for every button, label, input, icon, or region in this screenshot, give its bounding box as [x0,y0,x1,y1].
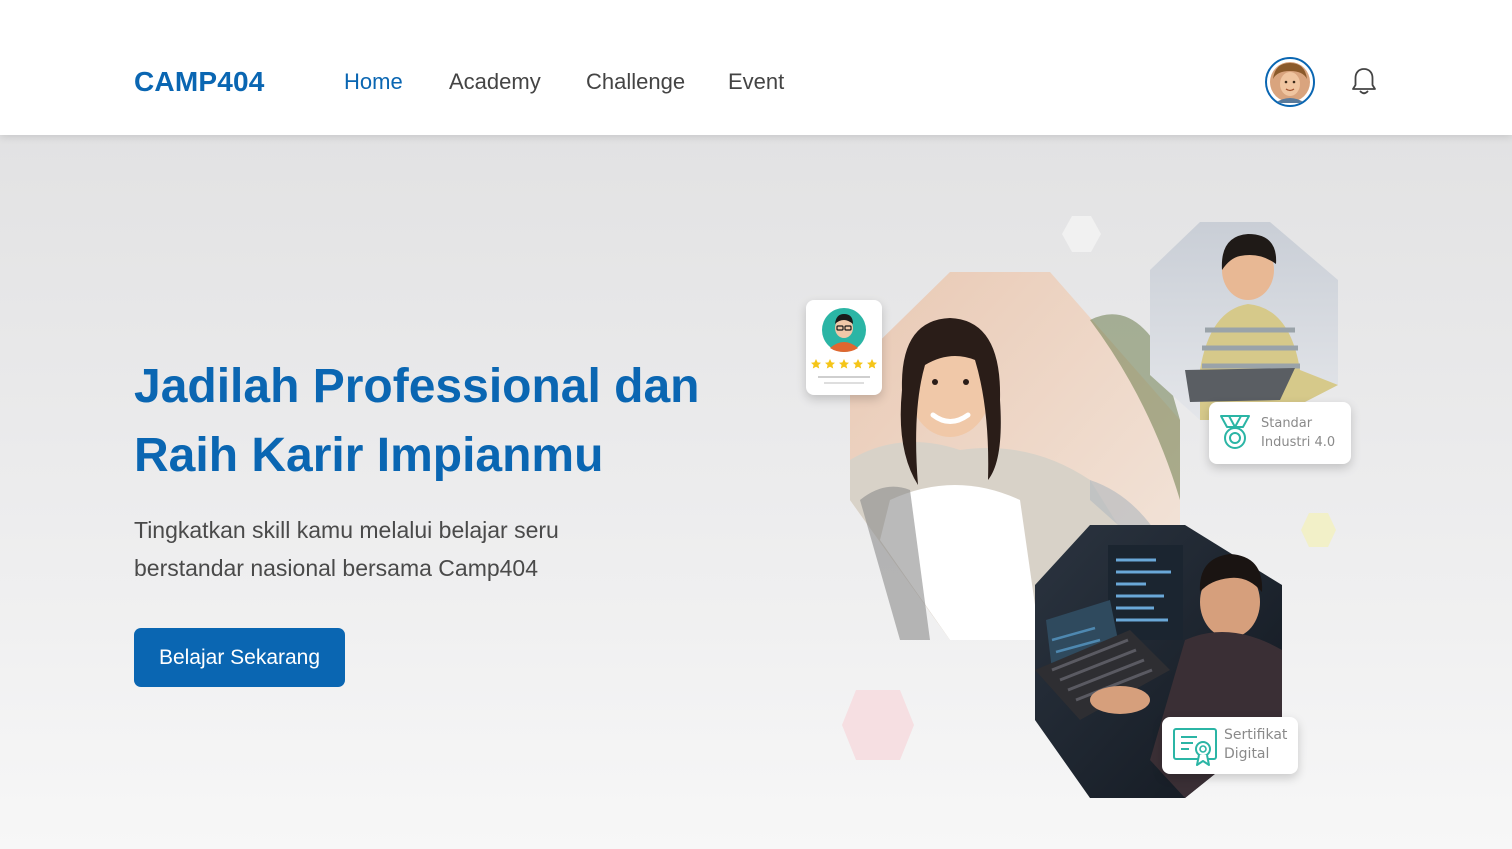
five-star-rating [811,359,877,369]
bell-icon[interactable] [1350,66,1378,96]
hero-title-line1: Jadilah Professional dan [134,360,700,413]
user-avatar[interactable] [1265,57,1315,107]
hexagon-photo-collage [842,216,1338,798]
man-laptop-photo-hexagon [1150,222,1338,420]
brand-logo[interactable]: CAMP404 [134,64,265,100]
deco-hexagon-gray [1062,216,1101,252]
medal-icon [1220,415,1250,449]
nav-home[interactable]: Home [344,64,403,100]
hero-subtitle-line1: Tingkatkan skill kamu melalui belajar se… [134,517,559,543]
hero-illustration: Standar Industri 4.0 Sertifikat Digital [790,200,1390,820]
nav-academy[interactable]: Academy [449,64,541,100]
hero-title: Jadilah Professional dan Raih Karir Impi… [134,352,774,490]
rating-card [806,300,882,395]
industry-standard-badge: Standar Industri 4.0 [1209,402,1351,464]
start-learning-button[interactable]: Belajar Sekarang [134,628,345,687]
digital-certificate-label: Sertifikat Digital [1224,727,1288,762]
avatar-photo [1270,62,1310,103]
industry-standard-label: Standar Industri 4.0 [1261,416,1336,450]
nav-event[interactable]: Event [728,64,784,100]
deco-hexagon-pink [842,690,914,760]
top-navbar: CAMP404 Home Academy Challenge Event [0,0,1512,135]
deco-hexagon-yellow [1301,513,1336,547]
hero-subtitle: Tingkatkan skill kamu melalui belajar se… [134,511,654,587]
hero-subtitle-line2: berstandar nasional bersama Camp404 [134,555,539,581]
certificate-icon [1173,728,1217,766]
nav-challenge[interactable]: Challenge [586,64,685,100]
profile-rating-icon [811,308,877,384]
hero-title-line2: Raih Karir Impianmu [134,429,604,482]
digital-certificate-badge: Sertifikat Digital [1162,717,1298,774]
